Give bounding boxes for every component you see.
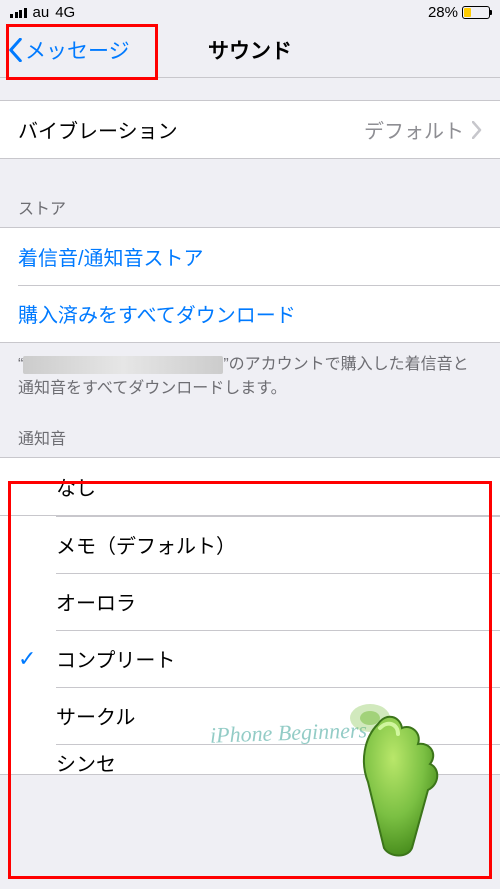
battery-percent: 28% bbox=[428, 4, 458, 21]
status-left: au 4G bbox=[10, 4, 75, 21]
alert-tone-label: オーロラ bbox=[56, 587, 482, 616]
battery-icon bbox=[462, 6, 490, 19]
store-footer: “”のアカウントで購入した着信音と通知音をすべてダウンロードします。 bbox=[0, 343, 500, 405]
status-right: 28% bbox=[428, 4, 490, 21]
signal-icon bbox=[10, 6, 27, 18]
download-all-cell[interactable]: 購入済みをすべてダウンロード bbox=[0, 285, 500, 342]
alert-tones-list: なしメモ（デフォルト） オーロラ ✓ コンプリートサークルシンセ bbox=[0, 457, 500, 775]
alert-tone-row[interactable]: なし bbox=[0, 458, 500, 516]
redacted-account bbox=[23, 356, 223, 374]
store-group: ストア 着信音/通知音ストア 購入済みをすべてダウンロード “”のアカウントで購… bbox=[0, 187, 500, 405]
alert-tone-row[interactable]: メモ（デフォルト） bbox=[0, 516, 500, 573]
alert-tone-label: サークル bbox=[56, 701, 482, 730]
carrier-label: au bbox=[33, 4, 50, 21]
alert-tone-label: コンプリート bbox=[56, 644, 482, 673]
alert-tones-group: 通知音 なしメモ（デフォルト） オーロラ ✓ コンプリートサークルシンセ bbox=[0, 417, 500, 775]
vibration-group: バイブレーション デフォルト bbox=[0, 100, 500, 159]
download-all-label: 購入済みをすべてダウンロード bbox=[18, 299, 482, 328]
alert-tone-label: メモ（デフォルト） bbox=[56, 530, 482, 559]
chevron-right-icon bbox=[472, 121, 482, 139]
network-label: 4G bbox=[55, 4, 75, 21]
vibration-cell[interactable]: バイブレーション デフォルト bbox=[0, 101, 500, 158]
status-bar: au 4G 28% bbox=[0, 0, 500, 22]
alert-tone-row[interactable]: サークル bbox=[0, 687, 500, 744]
alert-tone-label: シンセ bbox=[56, 748, 482, 775]
alert-tone-label: なし bbox=[56, 472, 482, 501]
alert-tone-row[interactable]: オーロラ bbox=[0, 573, 500, 630]
alert-tone-row[interactable]: ✓ コンプリート bbox=[0, 630, 500, 687]
chevron-left-icon bbox=[8, 38, 23, 62]
navigation-bar: メッセージ サウンド bbox=[0, 22, 500, 78]
tone-store-cell[interactable]: 着信音/通知音ストア bbox=[0, 228, 500, 285]
vibration-label: バイブレーション bbox=[18, 115, 364, 144]
tone-store-label: 着信音/通知音ストア bbox=[18, 242, 482, 271]
checkmark-icon: ✓ bbox=[18, 646, 36, 672]
vibration-value: デフォルト bbox=[364, 115, 464, 144]
back-button[interactable]: メッセージ bbox=[8, 35, 130, 65]
alert-tones-header: 通知音 bbox=[0, 417, 500, 457]
back-label: メッセージ bbox=[25, 35, 130, 65]
alert-tone-row[interactable]: シンセ bbox=[0, 744, 500, 774]
store-header: ストア bbox=[0, 187, 500, 227]
